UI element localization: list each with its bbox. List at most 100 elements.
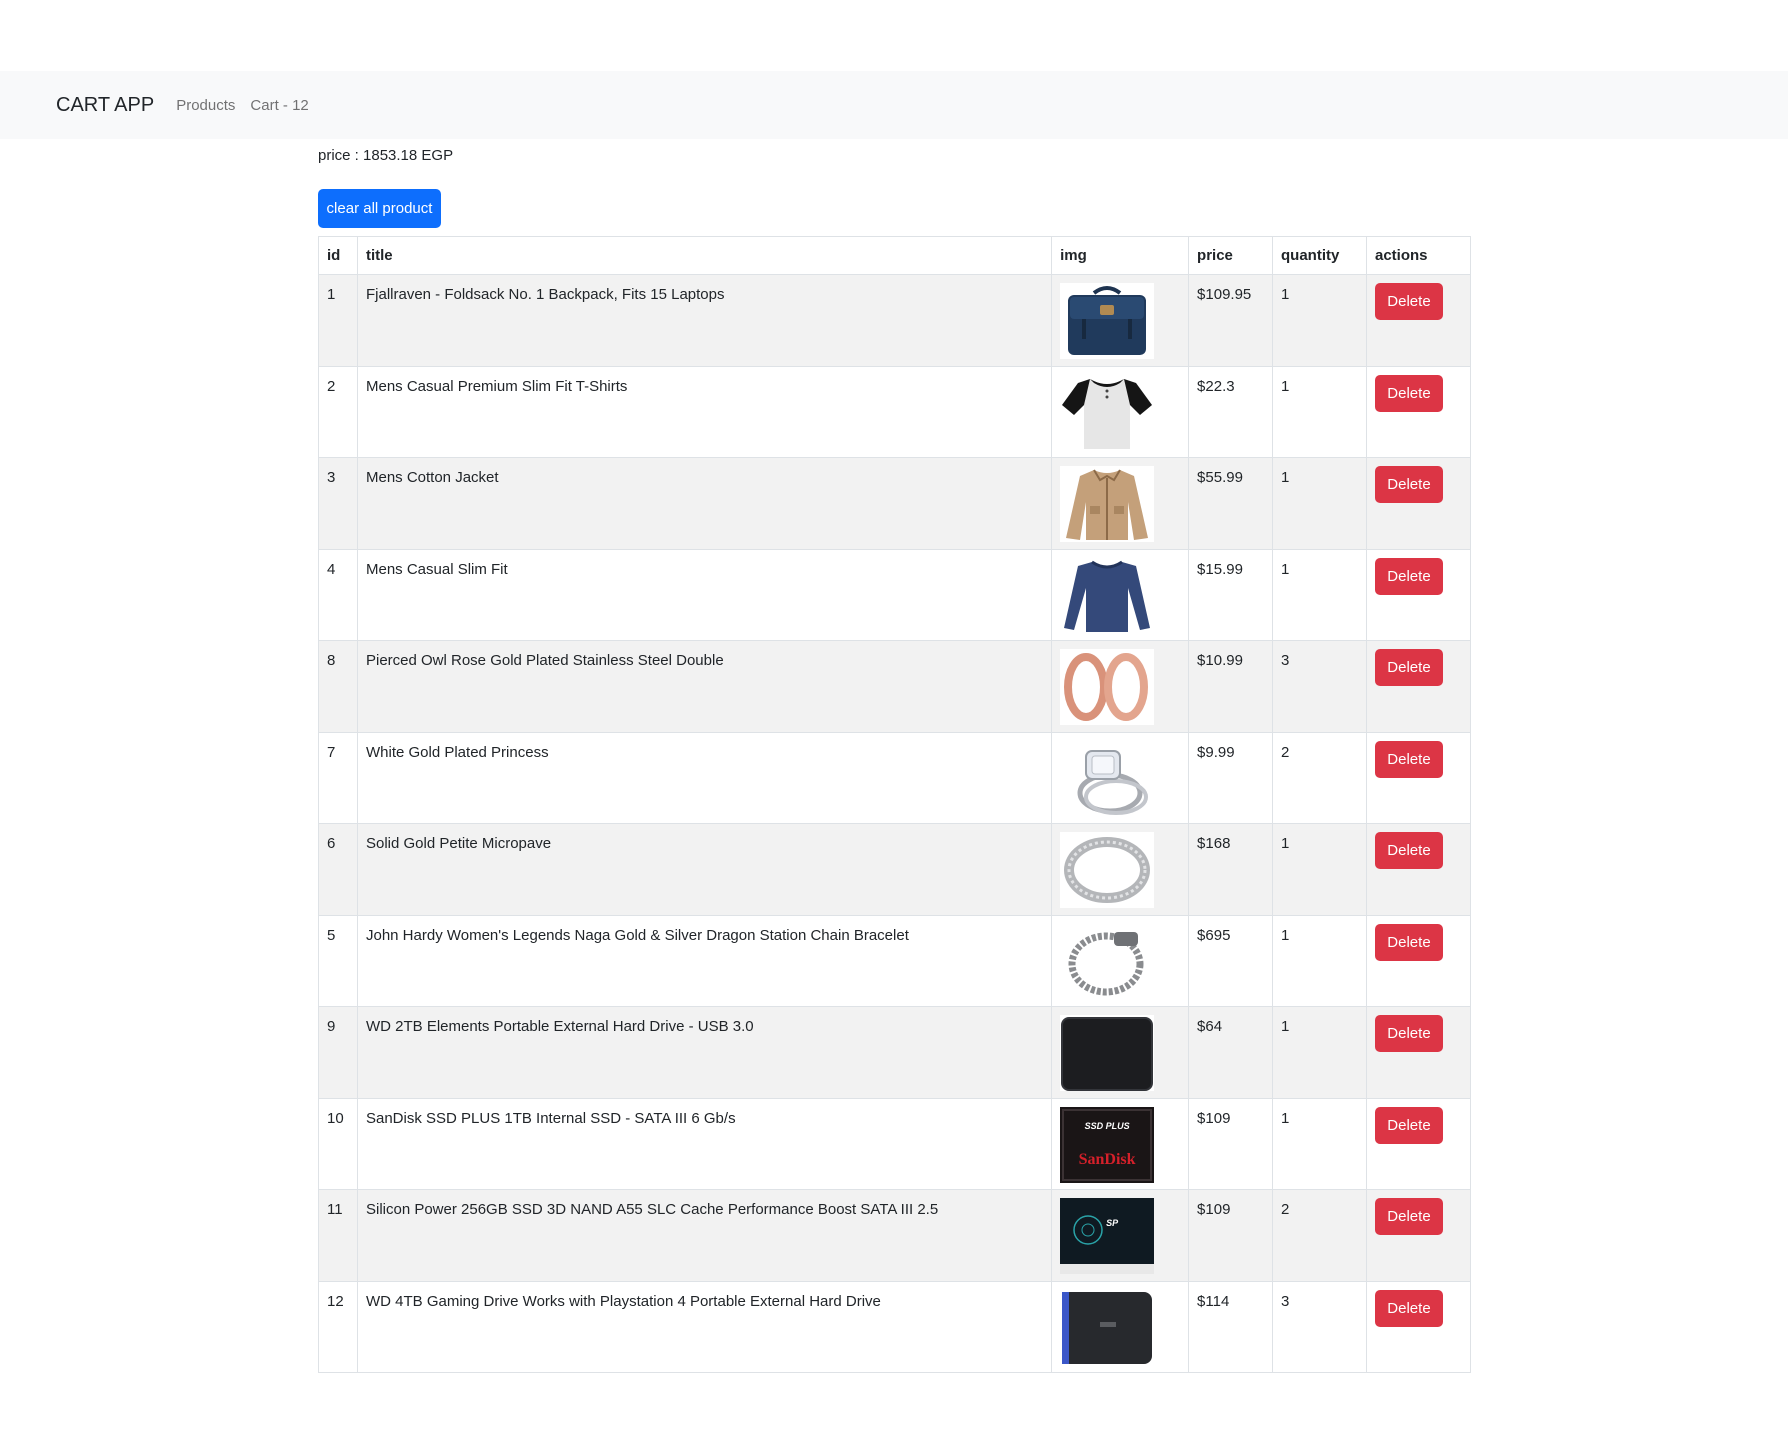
cell-title: Silicon Power 256GB SSD 3D NAND A55 SLC … [356,1189,1053,1282]
cell-title: John Hardy Women's Legends Naga Gold & S… [356,914,1053,1007]
header-price: price [1188,236,1274,275]
cell-title: Solid Gold Petite Micropave [356,823,1053,916]
cell-quantity: 1 [1272,914,1367,1007]
cell-img [1051,365,1190,458]
bracelet-image [1060,923,1155,1000]
cell-actions: Delete [1365,1097,1472,1190]
header-quantity: quantity [1272,236,1367,275]
cell-title: Pierced Owl Rose Gold Plated Stainless S… [356,640,1053,733]
cell-img [1051,1280,1190,1373]
cell-quantity: 1 [1272,823,1367,916]
cell-title: Mens Cotton Jacket [356,457,1053,550]
sandisk-ssd-image: SSD PLUS SanDisk [1060,1106,1155,1183]
cell-title: SanDisk SSD PLUS 1TB Internal SSD - SATA… [356,1097,1053,1190]
cell-actions: Delete [1365,1280,1472,1373]
delete-button[interactable]: Delete [1374,466,1443,503]
cell-img [1051,914,1190,1007]
product-brand-text: SanDisk [1078,1150,1136,1168]
delete-button[interactable]: Delete [1374,1015,1443,1052]
table-row: 3 Mens Cotton Jacket $55.99 1 Delete [318,457,1472,550]
backpack-image [1060,283,1155,359]
ring-diamond-image [1060,740,1155,817]
table-row: 2 Mens Casual Premium Slim Fit T-Shirts $2… [318,365,1472,458]
cell-title: Mens Casual Premium Slim Fit T-Shirts [356,365,1053,458]
delete-button[interactable]: Delete [1374,1289,1443,1327]
cell-quantity: 2 [1272,1189,1367,1282]
delete-button[interactable]: Delete [1374,557,1443,595]
delete-button[interactable]: Delete [1374,1106,1443,1144]
table-row: 8 Pierced Owl Rose Gold Plated Stainless … [318,640,1472,733]
cell-price: $695 [1188,914,1274,1007]
ring-band-image [1060,832,1155,908]
cell-img [1051,548,1190,641]
gaming-drive-image [1060,1289,1155,1366]
cell-img [1051,274,1190,367]
cell-id: 10 [318,1097,358,1190]
cell-quantity: 1 [1272,548,1367,641]
cell-img [1051,1006,1190,1099]
delete-button[interactable]: Delete [1374,923,1443,961]
clear-all-button[interactable]: clear all product [318,189,441,228]
cell-quantity: 1 [1272,457,1367,550]
cell-id: 11 [318,1189,358,1282]
silicon-power-ssd-image: SP [1060,1198,1155,1274]
cell-price: $109.95 [1188,274,1274,367]
nav-link-products[interactable]: Products [176,97,235,114]
cell-quantity: 1 [1272,274,1367,367]
cell-price: $22.3 [1188,365,1274,458]
tshirt-image [1060,374,1155,451]
cell-id: 1 [318,274,358,367]
cell-quantity: 2 [1272,731,1367,824]
table-row: 9 WD 2TB Elements Portable External Hard … [318,1006,1472,1099]
cell-actions: Delete [1365,914,1472,1007]
cell-actions: Delete [1365,1189,1472,1282]
cell-quantity: 1 [1272,1006,1367,1099]
cell-price: $10.99 [1188,640,1274,733]
cell-price: $15.99 [1188,548,1274,641]
cell-actions: Delete [1365,731,1472,824]
cell-price: $168 [1188,823,1274,916]
cart-table-body: 1 Fjallraven - Foldsack No. 1 Backpack, F… [318,274,1472,1373]
table-header-row: id title img price quantity actions [318,236,1472,275]
delete-button[interactable]: Delete [1374,374,1443,412]
cell-price: $109 [1188,1189,1274,1282]
header-actions: actions [1365,236,1472,275]
cell-quantity: 3 [1272,640,1367,733]
header-img: img [1051,236,1190,275]
cell-title: WD 4TB Gaming Drive Works with Playstati… [356,1280,1053,1373]
cell-actions: Delete [1365,365,1472,458]
cell-quantity: 3 [1272,1280,1367,1373]
table-row: 4 Mens Casual Slim Fit $15.99 1 Delete [318,548,1472,641]
cell-price: $109 [1188,1097,1274,1190]
cell-id: 3 [318,457,358,550]
delete-button[interactable]: Delete [1374,740,1443,778]
cell-actions: Delete [1365,640,1472,733]
table-row: 12 WD 4TB Gaming Drive Works with Playsta… [318,1280,1472,1373]
delete-button[interactable]: Delete [1374,649,1443,686]
cell-img [1051,731,1190,824]
navbar: CART APP Products Cart - 12 [0,71,1788,139]
table-row: 5 John Hardy Women's Legends Naga Gold & … [318,914,1472,1007]
cell-price: $64 [1188,1006,1274,1099]
cell-price: $114 [1188,1280,1274,1373]
cell-id: 5 [318,914,358,1007]
table-row: 6 Solid Gold Petite Micropave $168 1 Delete [318,823,1472,916]
cell-actions: Delete [1365,823,1472,916]
cell-actions: Delete [1365,1006,1472,1099]
hard-drive-image [1060,1015,1155,1091]
jacket-image [1060,466,1155,542]
longsleeve-image [1060,557,1155,634]
navbar-brand[interactable]: CART APP [56,94,154,117]
cell-id: 9 [318,1006,358,1099]
cell-actions: Delete [1365,457,1472,550]
delete-button[interactable]: Delete [1374,283,1443,320]
cell-img [1051,640,1190,733]
delete-button[interactable]: Delete [1374,832,1443,869]
header-title: title [356,236,1053,275]
cell-id: 12 [318,1280,358,1373]
product-label-text: SP [1106,1218,1119,1228]
delete-button[interactable]: Delete [1374,1198,1443,1235]
cell-title: WD 2TB Elements Portable External Hard D… [356,1006,1053,1099]
nav-link-cart[interactable]: Cart - 12 [250,97,308,114]
header-id: id [318,236,358,275]
